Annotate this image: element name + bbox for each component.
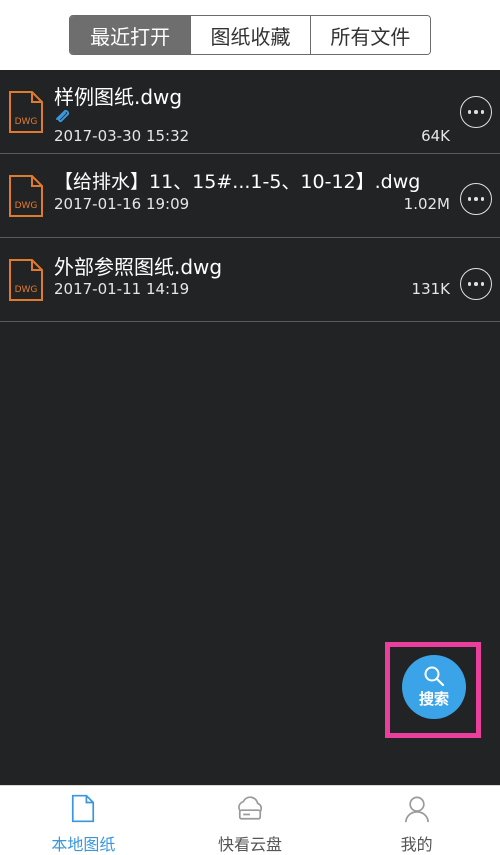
- nav-label: 我的: [400, 835, 433, 854]
- file-row[interactable]: DWG 外部参照图纸.dwg 2017-01-11 14:19 131K: [0, 238, 500, 322]
- more-options-button[interactable]: [460, 183, 492, 215]
- nav-local-drawings[interactable]: 本地图纸: [0, 786, 167, 855]
- header: 最近打开 图纸收藏 所有文件: [0, 0, 500, 70]
- file-row[interactable]: DWG 样例图纸.dwg 2017-03-30 15:32 64K: [0, 70, 500, 154]
- search-button-label: 搜索: [418, 690, 449, 708]
- file-date: 2017-03-30 15:32: [54, 127, 190, 145]
- file-size: 1.02M: [403, 195, 450, 213]
- nav-label: 快看云盘: [218, 835, 283, 854]
- dwg-file-icon: DWG: [9, 259, 43, 301]
- nav-mine[interactable]: 我的: [333, 786, 500, 855]
- more-options-button[interactable]: [460, 268, 492, 300]
- file-row[interactable]: DWG 【给排水】11、15#...1-5、10-12】.dwg 2017-01…: [0, 154, 500, 238]
- tab-recent[interactable]: 最近打开: [70, 16, 191, 54]
- svg-text:DWG: DWG: [15, 285, 38, 295]
- svg-text:DWG: DWG: [15, 201, 38, 211]
- file-size: 131K: [411, 280, 450, 298]
- attachment-icon: [56, 109, 70, 123]
- file-date: 2017-01-16 19:09: [54, 195, 190, 213]
- nav-cloud-drive[interactable]: 快看云盘: [167, 786, 334, 855]
- cloud-drive-icon: [238, 796, 263, 820]
- bottom-navigation: 本地图纸 快看云盘 我的: [0, 785, 500, 855]
- dwg-file-icon: DWG: [9, 175, 43, 217]
- file-list: DWG 样例图纸.dwg 2017-03-30 15:32 64K DWG 【给…: [0, 70, 500, 322]
- tab-favorites[interactable]: 图纸收藏: [190, 16, 310, 54]
- svg-text:DWG: DWG: [15, 117, 38, 127]
- document-icon: [72, 794, 95, 823]
- file-name: 样例图纸.dwg: [54, 85, 183, 109]
- dwg-file-icon: DWG: [9, 91, 43, 133]
- search-icon: [424, 666, 445, 687]
- nav-label: 本地图纸: [51, 835, 116, 854]
- file-name: 【给排水】11、15#...1-5、10-12】.dwg: [54, 171, 421, 193]
- file-size: 64K: [421, 127, 450, 145]
- file-name: 外部参照图纸.dwg: [54, 255, 223, 279]
- more-options-button[interactable]: [460, 96, 492, 128]
- file-date: 2017-01-11 14:19: [54, 280, 190, 298]
- search-button[interactable]: 搜索: [402, 655, 466, 719]
- tab-all-files[interactable]: 所有文件: [309, 16, 430, 54]
- segmented-tabs: 最近打开 图纸收藏 所有文件: [69, 15, 431, 55]
- user-icon: [404, 796, 429, 823]
